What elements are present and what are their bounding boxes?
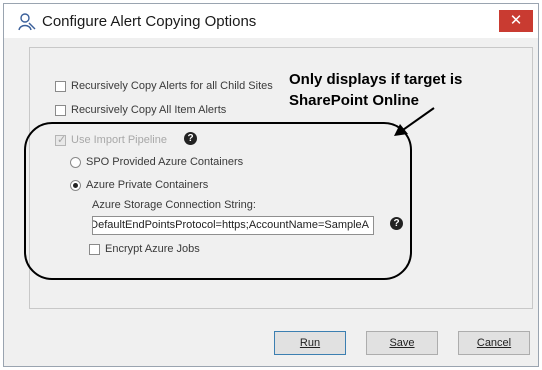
close-button[interactable]: ✕ — [499, 10, 533, 32]
run-button-label: Run — [299, 337, 321, 349]
callout-line-1: Only displays if target is — [289, 71, 463, 88]
save-button-label: Save — [389, 337, 415, 349]
callout-rounded-box — [24, 122, 412, 280]
app-person-icon — [18, 13, 36, 31]
callout-line-2: SharePoint Online — [289, 92, 420, 109]
title-bar: Configure Alert Copying Options ✕ — [4, 4, 538, 38]
window-title: Configure Alert Copying Options — [42, 13, 257, 30]
cancel-button-label: Cancel — [476, 337, 512, 349]
copy-child-sites-label: Recursively Copy Alerts for all Child Si… — [71, 80, 273, 92]
save-button[interactable]: Save — [366, 331, 438, 355]
run-button[interactable]: Run — [274, 331, 346, 355]
copy-child-sites-checkbox[interactable] — [55, 81, 66, 92]
copy-item-alerts-label: Recursively Copy All Item Alerts — [71, 104, 227, 116]
configure-alert-dialog: Configure Alert Copying Options ✕ Recurs… — [3, 3, 539, 367]
cancel-button[interactable]: Cancel — [458, 331, 530, 355]
copy-item-alerts-checkbox[interactable] — [55, 105, 66, 116]
callout-annotation: Only displays if target is SharePoint On… — [289, 69, 539, 111]
